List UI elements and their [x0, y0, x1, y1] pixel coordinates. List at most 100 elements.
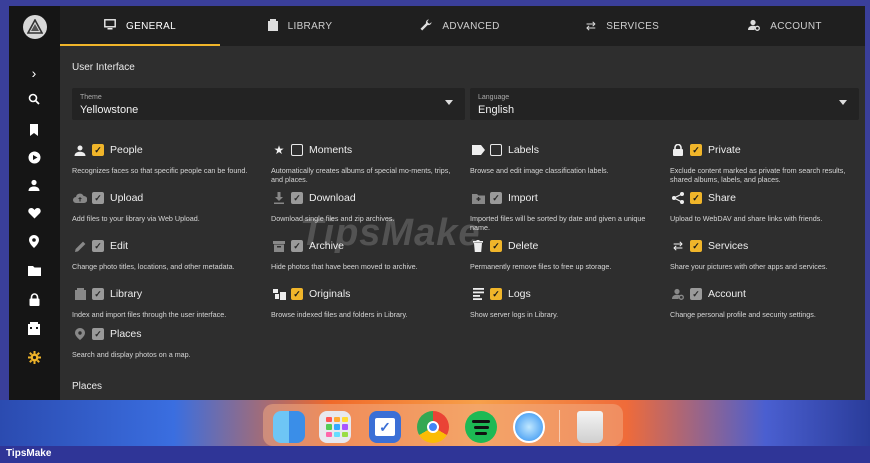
tab-label: SERVICES [606, 20, 660, 32]
option-description: Browse and edit image classification lab… [470, 166, 609, 175]
download-checkbox[interactable]: ✓ [291, 192, 303, 204]
option-places: ✓ Places Search and display photos on a … [72, 326, 262, 359]
option-people: ✓ People Recognizes faces so that specif… [72, 142, 262, 175]
option-name: Library [110, 288, 143, 300]
pin-icon [72, 327, 88, 341]
swap-icon: ⇄ [585, 19, 597, 33]
tab-label: ADVANCED [442, 20, 500, 32]
safari-icon[interactable] [513, 411, 545, 443]
option-edit: ✓ Edit Change photo titles, locations, a… [72, 238, 262, 271]
services-checkbox[interactable]: ✓ [690, 240, 702, 252]
tab-general[interactable]: GENERAL [60, 6, 220, 46]
folder-icon[interactable] [25, 261, 43, 279]
option-account: ✓ Account Change personal profile and se… [670, 286, 860, 319]
person-icon[interactable] [25, 176, 43, 194]
option-description: Add files to your library via Web Upload… [72, 214, 200, 223]
option-name: Download [309, 192, 356, 204]
logs-checkbox[interactable]: ✓ [490, 288, 502, 300]
option-name: Labels [508, 144, 539, 156]
language-select[interactable]: Language English [470, 88, 859, 120]
app-window: › GENERAL LIBRARY ADVANCED ⇄ SERVICES AC… [9, 6, 865, 406]
option-moments: ★ Moments Automatically creates albums o… [271, 142, 461, 184]
search-icon[interactable] [25, 90, 43, 108]
language-label: Language [478, 94, 510, 101]
labels-checkbox[interactable] [490, 144, 502, 156]
finder-icon[interactable] [273, 411, 305, 443]
option-name: Services [708, 240, 749, 252]
option-originals: ✓ Originals Browse indexed files and fol… [271, 286, 461, 319]
places-checkbox[interactable]: ✓ [92, 328, 104, 340]
label-icon [470, 143, 486, 157]
heart-icon[interactable] [25, 204, 43, 222]
option-name: People [110, 144, 143, 156]
pencil-icon [72, 239, 88, 253]
moments-checkbox[interactable] [291, 144, 303, 156]
option-description: Automatically creates albums of special … [271, 166, 451, 184]
option-library: ✓ Library Index and import files through… [72, 286, 262, 319]
option-description: Upload to WebDAV and share links with fr… [670, 214, 823, 223]
film-library-icon[interactable] [25, 319, 43, 337]
option-description: Change personal profile and security set… [670, 310, 816, 319]
language-value: English [478, 104, 515, 116]
edit-checkbox[interactable]: ✓ [92, 240, 104, 252]
option-name: Import [508, 192, 538, 204]
theme-select[interactable]: Theme Yellowstone [72, 88, 465, 120]
star-icon: ★ [273, 143, 285, 157]
tab-library[interactable]: LIBRARY [220, 6, 380, 46]
library-checkbox[interactable]: ✓ [92, 288, 104, 300]
option-description: Hide photos that have been moved to arch… [271, 262, 418, 271]
delete-checkbox[interactable]: ✓ [490, 240, 502, 252]
option-logs: ✓ Logs Show server logs in Library. [470, 286, 660, 319]
wrench-icon [420, 18, 432, 34]
play-circle-icon[interactable] [25, 148, 43, 166]
upload-checkbox[interactable]: ✓ [92, 192, 104, 204]
tab-label: ACCOUNT [770, 20, 822, 32]
tasks-app-icon[interactable]: ✓ [369, 411, 401, 443]
option-name: Delete [508, 240, 539, 252]
originals-checkbox[interactable]: ✓ [291, 288, 303, 300]
lock-icon[interactable] [25, 290, 43, 308]
watermark: TipsMake [300, 212, 481, 254]
app-logo-icon[interactable] [23, 15, 47, 39]
account-checkbox[interactable]: ✓ [690, 288, 702, 300]
option-name: Edit [110, 240, 129, 252]
private-checkbox[interactable]: ✓ [690, 144, 702, 156]
people-checkbox[interactable]: ✓ [92, 144, 104, 156]
tab-account[interactable]: ACCOUNT [705, 6, 865, 46]
option-name: Logs [508, 288, 531, 300]
settings-gear-icon[interactable] [25, 348, 43, 366]
archive-icon [271, 239, 287, 253]
tab-advanced[interactable]: ADVANCED [380, 6, 540, 46]
user-cog-icon [748, 19, 761, 34]
expand-chevron-icon[interactable]: › [25, 64, 43, 82]
option-description: Exclude content marked as private from s… [670, 166, 846, 184]
option-labels: Labels Browse and edit image classificat… [470, 142, 660, 175]
option-description: Recognizes faces so that specific people… [72, 166, 248, 175]
option-share: ✓ Share Upload to WebDAV and share links… [670, 190, 860, 223]
launchpad-icon[interactable] [319, 411, 351, 443]
option-name: Account [708, 288, 746, 300]
swap-icon: ⇄ [672, 239, 684, 253]
cloud-upload-icon [72, 191, 88, 205]
monitor-icon [104, 19, 116, 33]
option-description: Share your pictures with other apps and … [670, 262, 828, 271]
option-services: ⇄ ✓ Services Share your pictures with ot… [670, 238, 860, 271]
dock: ✓ [263, 404, 623, 446]
option-delete: ✓ Delete Permanently remove files to fre… [470, 238, 660, 271]
spotify-icon[interactable] [465, 411, 497, 443]
option-description: Browse indexed files and folders in Libr… [271, 310, 408, 319]
import-checkbox[interactable]: ✓ [490, 192, 502, 204]
trash-icon[interactable] [577, 411, 603, 443]
tab-services[interactable]: ⇄ SERVICES [540, 6, 705, 46]
tab-label: LIBRARY [287, 20, 333, 32]
option-private: ✓ Private Exclude content marked as priv… [670, 142, 860, 184]
option-description: Change photo titles, locations, and othe… [72, 262, 235, 271]
chrome-icon[interactable] [417, 411, 449, 443]
share-checkbox[interactable]: ✓ [690, 192, 702, 204]
option-upload: ✓ Upload Add files to your library via W… [72, 190, 262, 223]
location-pin-icon[interactable] [25, 232, 43, 250]
option-import: ✓ Import Imported files will be sorted b… [470, 190, 660, 232]
option-description: Show server logs in Library. [470, 310, 559, 319]
logs-icon [470, 287, 486, 301]
bookmark-icon[interactable] [25, 121, 43, 139]
